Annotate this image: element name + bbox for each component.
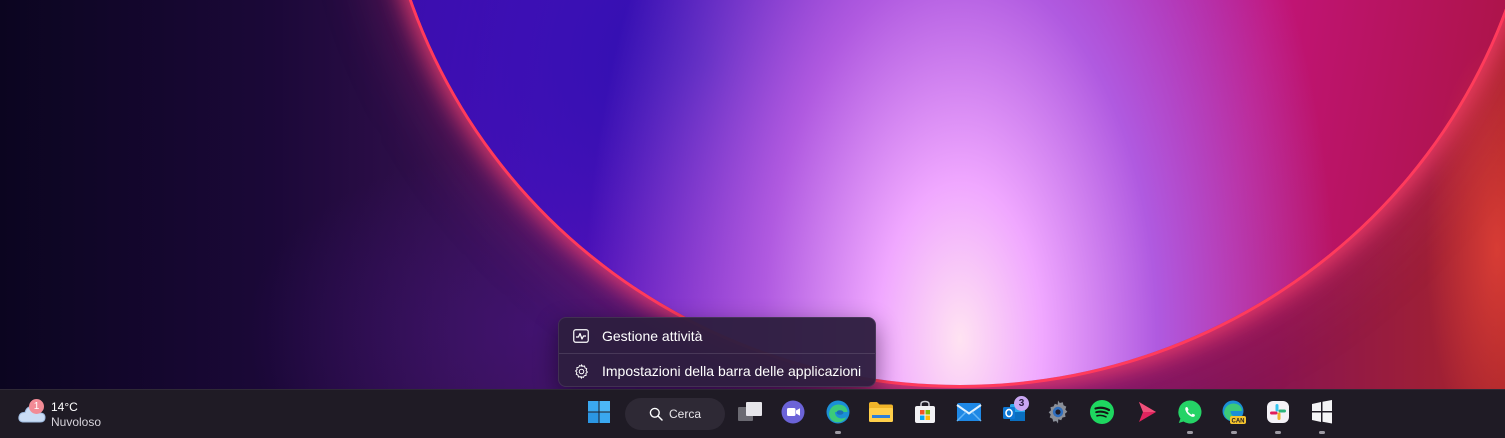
slack-button[interactable] bbox=[1261, 397, 1295, 434]
menu-item-label: Impostazioni della barra delle applicazi… bbox=[602, 363, 862, 379]
menu-item-task-manager[interactable]: Gestione attività bbox=[559, 320, 875, 352]
media-player-button[interactable] bbox=[1129, 397, 1163, 431]
task-view-button[interactable] bbox=[733, 397, 767, 431]
whatsapp-button[interactable] bbox=[1173, 397, 1207, 434]
running-indicator bbox=[1275, 431, 1281, 434]
weather-widget[interactable]: 1 14°C Nuvoloso bbox=[17, 396, 101, 432]
search-label: Cerca bbox=[668, 407, 701, 421]
settings-button[interactable] bbox=[1041, 397, 1075, 431]
weather-temperature: 14°C bbox=[51, 399, 78, 414]
spotify-button[interactable] bbox=[1085, 397, 1119, 431]
menu-item-taskbar-settings[interactable]: Impostazioni della barra delle applicazi… bbox=[559, 355, 875, 387]
wallpaper-bloom bbox=[380, 0, 1505, 385]
edge-icon bbox=[825, 399, 851, 430]
edge-button[interactable] bbox=[821, 397, 855, 434]
search-icon bbox=[649, 407, 663, 421]
notification-badge: 1 bbox=[29, 399, 44, 414]
file-explorer-button[interactable] bbox=[864, 397, 898, 431]
start-button[interactable] bbox=[582, 397, 616, 431]
taskbar: 1 14°C Nuvoloso Cerca 3 CAN bbox=[0, 389, 1505, 438]
canary-label: CAN bbox=[1232, 418, 1245, 424]
store-icon bbox=[913, 400, 937, 429]
video-chat-icon bbox=[780, 399, 806, 430]
running-indicator bbox=[835, 431, 841, 434]
menu-item-label: Gestione attività bbox=[602, 328, 703, 344]
edge-canary-button[interactable]: CAN bbox=[1217, 397, 1251, 434]
windows-logo-icon bbox=[587, 400, 611, 429]
mail-button[interactable] bbox=[952, 397, 986, 431]
weather-condition: Nuvoloso bbox=[51, 414, 102, 429]
window-app-icon bbox=[1310, 399, 1334, 429]
notification-badge: 3 bbox=[1014, 396, 1029, 411]
whatsapp-icon bbox=[1177, 399, 1203, 430]
outlook-button[interactable]: 3 bbox=[997, 396, 1031, 431]
store-button[interactable] bbox=[908, 397, 942, 431]
gear-icon bbox=[572, 362, 590, 380]
slack-icon bbox=[1266, 400, 1290, 429]
running-indicator bbox=[1319, 431, 1325, 434]
running-indicator bbox=[1231, 431, 1237, 434]
running-indicator bbox=[1187, 431, 1193, 434]
cloud-icon: 1 bbox=[17, 399, 47, 428]
task-view-icon bbox=[737, 401, 763, 428]
window-app-button[interactable] bbox=[1305, 397, 1339, 434]
mail-icon bbox=[956, 402, 982, 427]
taskbar-context-menu: Gestione attività Impostazioni della bar… bbox=[558, 317, 876, 387]
folder-icon bbox=[868, 401, 894, 428]
gear-icon bbox=[1045, 399, 1071, 430]
task-manager-icon bbox=[572, 327, 590, 345]
edge-canary-icon: CAN bbox=[1221, 399, 1247, 430]
search-button[interactable]: Cerca bbox=[625, 398, 725, 430]
menu-separator bbox=[559, 353, 875, 354]
play-icon bbox=[1134, 400, 1158, 429]
spotify-icon bbox=[1089, 399, 1115, 430]
wallpaper-glow bbox=[1425, 40, 1505, 390]
chat-button[interactable] bbox=[776, 397, 810, 431]
